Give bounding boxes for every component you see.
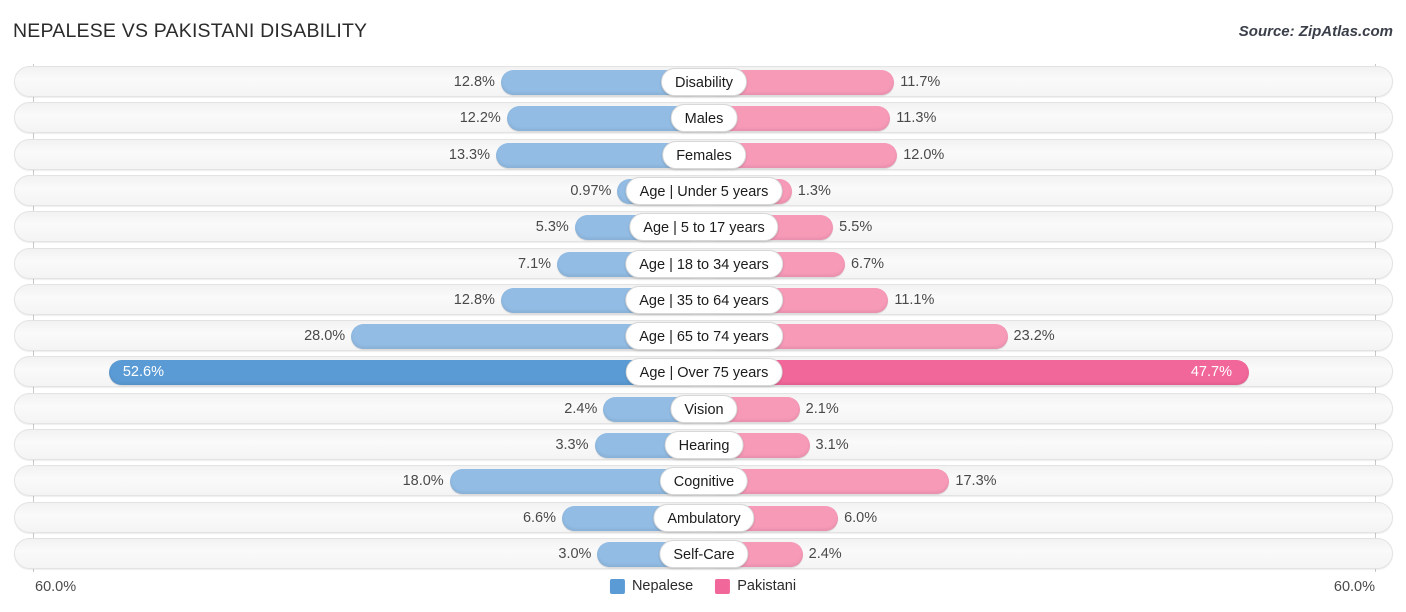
category-label-pill[interactable]: Age | 65 to 74 years <box>625 322 783 351</box>
table-row[interactable]: 12.8% 11.1% Age | 35 to 64 years <box>14 283 1393 315</box>
value-label-pakistani: 1.3% <box>797 182 831 199</box>
bar-pakistani <box>704 360 1249 386</box>
value-label-pakistani: 12.0% <box>903 146 945 163</box>
value-label-nepalese: 5.3% <box>535 219 569 236</box>
chart-header: NEPALESE VS PAKISTANI DISABILITY Source:… <box>0 0 1406 60</box>
category-label-pill[interactable]: Age | Under 5 years <box>625 176 783 205</box>
value-label-nepalese: 3.3% <box>555 437 589 453</box>
legend-swatch-icon <box>609 578 625 594</box>
table-row[interactable]: 12.8% 11.7% Disability <box>14 66 1393 97</box>
value-label-nepalese: 3.0% <box>558 545 592 562</box>
legend-label: Pakistani <box>737 578 797 594</box>
category-label-pill[interactable]: Vision <box>670 394 738 423</box>
category-label-pill[interactable]: Males <box>670 104 738 133</box>
page-title: NEPALESE VS PAKISTANI DISABILITY <box>13 20 368 42</box>
value-label-pakistani: 17.3% <box>955 473 997 490</box>
value-label-pakistani: 6.0% <box>844 509 878 526</box>
value-label-nepalese: 0.97% <box>570 182 612 199</box>
category-label-pill[interactable]: Age | Over 75 years <box>625 358 783 387</box>
table-row[interactable]: 52.6% 47.7% Age | Over 75 years <box>14 356 1393 388</box>
category-label-pill[interactable]: Cognitive <box>659 467 749 496</box>
axis-label-right: 60.0% <box>1333 579 1375 595</box>
table-row[interactable]: 28.0% 23.2% Age | 65 to 74 years <box>14 320 1393 352</box>
table-row[interactable]: 13.3% 12.0% Females <box>14 138 1393 170</box>
category-label-pill[interactable]: Hearing <box>664 431 744 459</box>
value-label-nepalese: 12.8% <box>453 291 495 308</box>
table-row[interactable]: 12.2% 11.3% Males <box>14 102 1393 134</box>
value-label-pakistani: 11.7% <box>900 74 941 90</box>
category-label-pill[interactable]: Age | 18 to 34 years <box>625 249 783 278</box>
table-row[interactable]: 5.3% 5.5% Age | 5 to 17 years <box>14 211 1393 243</box>
value-label-pakistani: 3.1% <box>815 437 849 453</box>
table-row[interactable]: 3.3% 3.1% Hearing <box>14 429 1393 460</box>
category-label-pill[interactable]: Ambulatory <box>653 503 755 532</box>
diverging-bar-chart: 12.8% 11.7% Disability 12.2% 11.3% Males 13.3%… <box>0 60 1406 572</box>
table-row[interactable]: 3.0% 2.4% Self-Care <box>14 537 1393 569</box>
category-label-pill[interactable]: Age | 5 to 17 years <box>629 213 779 242</box>
legend-label: Nepalese <box>631 578 694 594</box>
table-row[interactable]: 6.6% 6.0% Ambulatory <box>14 501 1393 533</box>
legend-item[interactable]: Nepalese <box>609 578 694 594</box>
chart-footer: 60.0% 60.0% Nepalese Pakistani <box>0 568 1406 612</box>
value-label-nepalese: 52.6% <box>122 364 164 381</box>
value-label-nepalese: 13.3% <box>448 146 490 163</box>
value-label-pakistani: 2.4% <box>808 545 842 562</box>
value-label-nepalese: 28.0% <box>304 328 346 345</box>
value-label-pakistani: 11.1% <box>894 291 935 308</box>
value-label-pakistani: 2.1% <box>805 400 839 417</box>
source-attribution: Source: ZipAtlas.com <box>1238 23 1393 40</box>
value-label-pakistani: 47.7% <box>1190 364 1232 381</box>
value-label-nepalese: 18.0% <box>402 473 444 490</box>
category-label-pill[interactable]: Females <box>662 140 746 169</box>
chart-legend: Nepalese Pakistani <box>609 578 796 594</box>
legend-item[interactable]: Pakistani <box>715 578 796 594</box>
category-label-pill[interactable]: Disability <box>660 68 748 96</box>
table-row[interactable]: 0.97% 1.3% Age | Under 5 years <box>14 174 1393 206</box>
legend-swatch-icon <box>715 578 731 594</box>
value-label-pakistani: 6.7% <box>850 255 885 272</box>
category-label-pill[interactable]: Age | 35 to 64 years <box>625 285 783 314</box>
bar-nepalese <box>108 360 702 386</box>
value-label-nepalese: 12.8% <box>453 74 495 90</box>
table-row[interactable]: 2.4% 2.1% Vision <box>14 392 1393 424</box>
value-label-nepalese: 2.4% <box>564 400 598 417</box>
value-label-nepalese: 12.2% <box>459 110 501 127</box>
value-label-nepalese: 7.1% <box>518 255 552 272</box>
value-label-pakistani: 11.3% <box>896 110 937 127</box>
table-row[interactable]: 7.1% 6.7% Age | 18 to 34 years <box>14 247 1393 279</box>
category-label-pill[interactable]: Self-Care <box>659 539 749 568</box>
value-label-pakistani: 5.5% <box>839 219 873 236</box>
value-label-pakistani: 23.2% <box>1013 328 1055 345</box>
axis-label-left: 60.0% <box>35 579 77 595</box>
table-row[interactable]: 18.0% 17.3% Cognitive <box>14 465 1393 497</box>
value-label-nepalese: 6.6% <box>522 509 556 526</box>
